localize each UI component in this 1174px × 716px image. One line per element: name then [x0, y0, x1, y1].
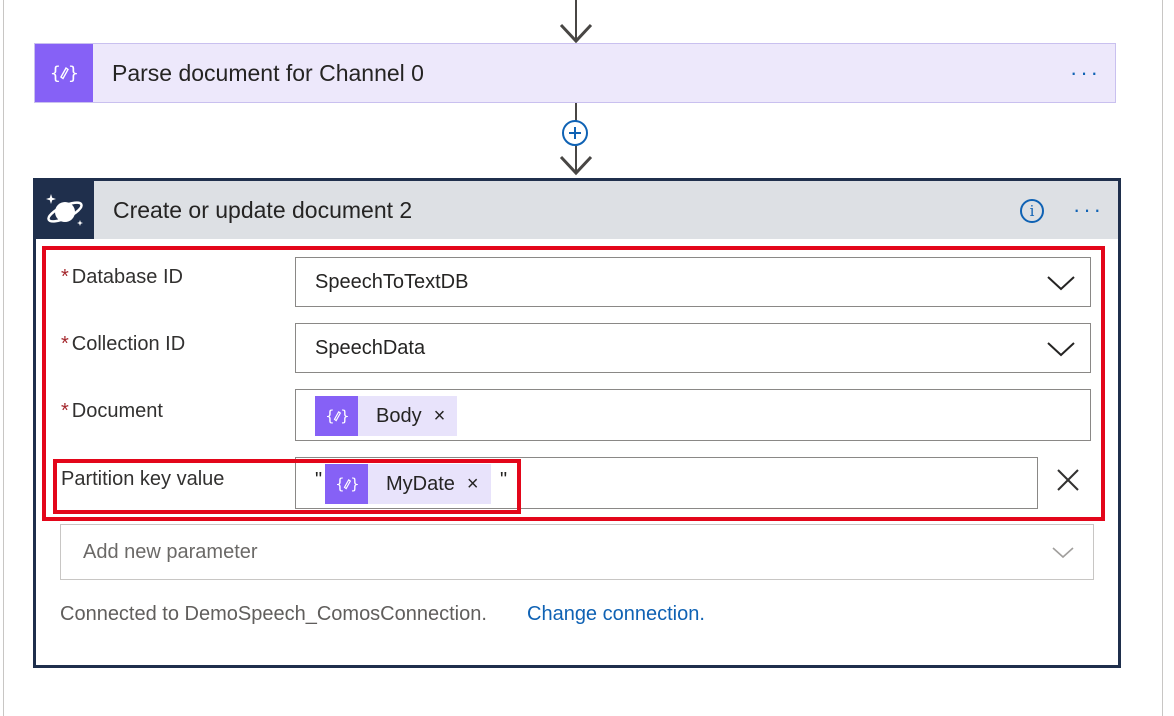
- canvas-right-edge: [1162, 0, 1163, 716]
- cosmos-db-planet-icon: [36, 181, 94, 239]
- add-new-parameter-dropdown[interactable]: Add new parameter: [60, 524, 1094, 580]
- arrow-down-icon: [559, 155, 593, 176]
- connection-status-text: Connected to DemoSpeech_ComosConnection.: [60, 603, 487, 625]
- plus-icon: [569, 127, 581, 139]
- data-operations-icon: { }: [35, 44, 93, 102]
- insert-step-button[interactable]: [562, 120, 588, 146]
- canvas-left-edge: [3, 0, 4, 716]
- svg-text:}: }: [68, 63, 78, 84]
- add-parameter-placeholder: Add new parameter: [83, 541, 258, 563]
- arrow-down-icon: [559, 23, 593, 44]
- create-card-menu-button[interactable]: ···: [1073, 199, 1104, 221]
- svg-text:{: {: [50, 63, 61, 84]
- parse-document-card[interactable]: { } Parse document for Channel 0 ···: [34, 43, 1116, 103]
- highlight-box-partition-key: [53, 459, 521, 514]
- info-icon[interactable]: i: [1020, 199, 1044, 223]
- parse-card-title: Parse document for Channel 0: [112, 59, 424, 86]
- create-card-header[interactable]: Create or update document 2 i ···: [36, 181, 1118, 239]
- create-card-title: Create or update document 2: [113, 196, 413, 223]
- change-connection-link[interactable]: Change connection.: [527, 603, 705, 626]
- chevron-down-icon: [1052, 547, 1074, 559]
- parse-card-menu-button[interactable]: ···: [1070, 62, 1101, 84]
